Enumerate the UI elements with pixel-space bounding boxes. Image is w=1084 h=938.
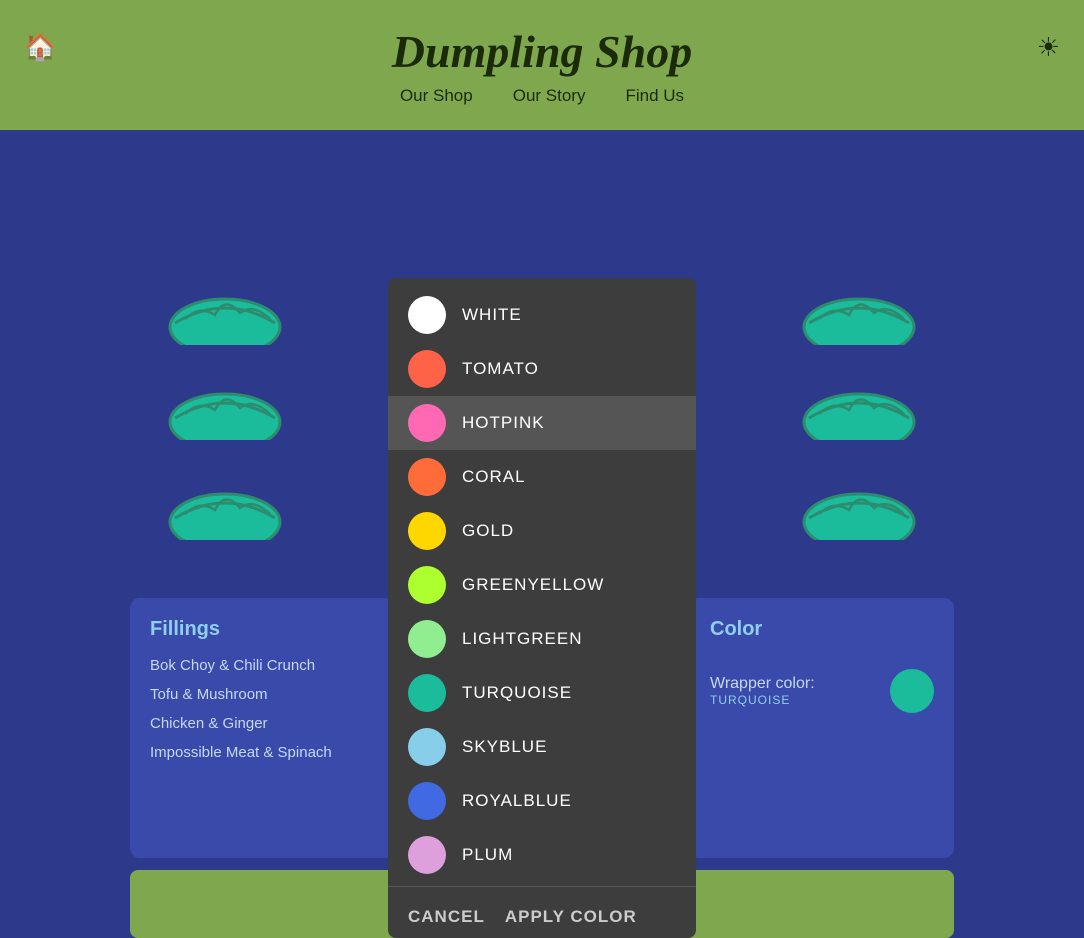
color-dot-skyblue	[408, 728, 446, 766]
color-label-skyblue: SKYBLUE	[462, 737, 547, 757]
color-dot-hotpink	[408, 404, 446, 442]
color-label-hotpink: HOTPINK	[462, 413, 545, 433]
color-dot-tomato	[408, 350, 446, 388]
brightness-icon[interactable]: ☀	[1037, 32, 1060, 63]
color-label-turquoise: TURQUOISE	[462, 683, 572, 703]
color-picker-dropdown: WHITE TOMATO HOTPINK CORAL GOLD GREENYELLOW LI…	[388, 278, 696, 938]
color-dot-lightgreen	[408, 620, 446, 658]
wrapper-color-row: Wrapper color: TURQUOISE	[710, 669, 934, 713]
wrapper-color-info: Wrapper color: TURQUOISE	[710, 675, 815, 707]
filling-item-1[interactable]: Bok Choy & Chili Crunch	[150, 657, 374, 674]
color-option-plum[interactable]: PLUM	[388, 828, 696, 882]
fillings-title: Fillings	[150, 618, 374, 641]
dumpling-decoration	[165, 380, 285, 440]
dumpling-decoration	[799, 380, 919, 440]
nav-our-story[interactable]: Our Story	[513, 86, 586, 106]
color-option-tomato[interactable]: TOMATO	[388, 342, 696, 396]
color-dot-coral	[408, 458, 446, 496]
current-color-swatch	[890, 669, 934, 713]
filling-item-4[interactable]: Impossible Meat & Spinach	[150, 744, 374, 761]
color-option-coral[interactable]: CORAL	[388, 450, 696, 504]
color-label-tomato: TOMATO	[462, 359, 539, 379]
color-option-turquoise[interactable]: TURQUOISE	[388, 666, 696, 720]
color-card: Color Wrapper color: TURQUOISE	[690, 598, 954, 858]
color-option-skyblue[interactable]: SKYBLUE	[388, 720, 696, 774]
color-dot-gold	[408, 512, 446, 550]
color-option-gold[interactable]: GOLD	[388, 504, 696, 558]
color-label-coral: CORAL	[462, 467, 526, 487]
cancel-button[interactable]: CANCEL	[408, 907, 485, 927]
color-label-plum: PLUM	[462, 845, 513, 865]
color-option-royalblue[interactable]: ROYALBLUE	[388, 774, 696, 828]
color-dot-plum	[408, 836, 446, 874]
dumpling-decoration	[799, 480, 919, 540]
dumpling-decoration	[165, 480, 285, 540]
nav-find-us[interactable]: Find Us	[625, 86, 684, 106]
color-label-royalblue: ROYALBLUE	[462, 791, 572, 811]
filling-item-2[interactable]: Tofu & Mushroom	[150, 686, 374, 703]
color-option-white[interactable]: WHITE	[388, 288, 696, 342]
color-option-lightgreen[interactable]: LIGHTGREEN	[388, 612, 696, 666]
color-label-white: WHITE	[462, 305, 522, 325]
main-content: Fillings Bok Choy & Chili Crunch Tofu & …	[0, 130, 1084, 938]
color-dot-greenyellow	[408, 566, 446, 604]
nav-our-shop[interactable]: Our Shop	[400, 86, 473, 106]
wrapper-color-label: Wrapper color:	[710, 675, 815, 693]
color-label-lightgreen: LIGHTGREEN	[462, 629, 583, 649]
color-dot-white	[408, 296, 446, 334]
current-color-name: TURQUOISE	[710, 693, 815, 707]
home-icon[interactable]: 🏠	[24, 32, 56, 63]
color-label-greenyellow: GREENYELLOW	[462, 575, 604, 595]
color-option-greenyellow[interactable]: GREENYELLOW	[388, 558, 696, 612]
dumpling-decoration	[165, 285, 285, 345]
nav-bar: Our Shop Our Story Find Us	[400, 86, 684, 106]
dumpling-decoration	[799, 285, 919, 345]
app-title: Dumpling Shop	[392, 25, 692, 78]
color-label-gold: GOLD	[462, 521, 514, 541]
color-dot-turquoise	[408, 674, 446, 712]
color-card-title: Color	[710, 618, 934, 641]
apply-color-button[interactable]: APPLY COLOR	[505, 907, 637, 927]
header: 🏠 Dumpling Shop Our Shop Our Story Find …	[0, 0, 1084, 130]
color-dot-royalblue	[408, 782, 446, 820]
filling-item-3[interactable]: Chicken & Ginger	[150, 715, 374, 732]
color-option-hotpink[interactable]: HOTPINK	[388, 396, 696, 450]
fillings-card: Fillings Bok Choy & Chili Crunch Tofu & …	[130, 598, 394, 858]
